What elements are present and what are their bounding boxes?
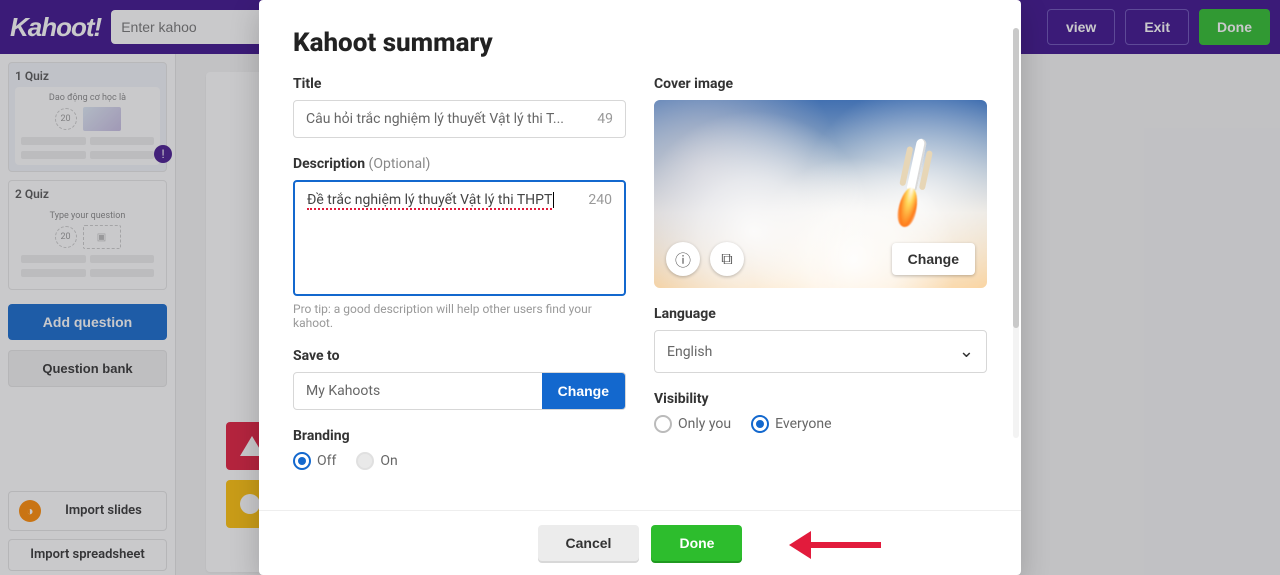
- save-to-field: My Kahoots Change: [293, 372, 626, 410]
- modal-overlay: Kahoot summary Title Câu hỏi trắc nghiệm…: [0, 0, 1280, 575]
- cover-image: ⓘ ⧉ Change: [654, 100, 987, 288]
- radio-dot-off-icon: [654, 415, 672, 433]
- dialog-footer: Cancel Done: [259, 510, 1021, 575]
- language-value: English: [667, 344, 712, 360]
- radio-dot-on-icon: [293, 452, 311, 470]
- cover-image-label: Cover image: [654, 76, 987, 92]
- title-input[interactable]: Câu hỏi trắc nghiệm lý thuyết Vật lý thi…: [293, 100, 626, 138]
- info-icon: ⓘ: [675, 247, 691, 271]
- branding-on-radio[interactable]: On: [356, 452, 397, 470]
- radio-dot-off-icon: [356, 452, 374, 470]
- visibility-everyone-radio[interactable]: Everyone: [751, 415, 831, 433]
- description-value: Đề trắc nghiệm lý thuyết Vật lý thi THPT: [307, 192, 552, 210]
- visibility-only-you-radio[interactable]: Only you: [654, 415, 731, 433]
- description-char-count: 240: [588, 192, 612, 208]
- dialog-title: Kahoot summary: [293, 28, 987, 58]
- description-textarea[interactable]: Đề trắc nghiệm lý thuyết Vật lý thi THPT…: [293, 180, 626, 296]
- save-to-value: My Kahoots: [294, 373, 542, 409]
- dialog-scrollbar[interactable]: [1013, 28, 1019, 438]
- title-value: Câu hỏi trắc nghiệm lý thuyết Vật lý thi…: [306, 111, 564, 127]
- crop-icon: ⧉: [721, 249, 732, 269]
- description-label: Description: [293, 156, 365, 172]
- title-label: Title: [293, 76, 626, 92]
- save-to-change-button[interactable]: Change: [542, 373, 625, 409]
- cover-crop-button[interactable]: ⧉: [710, 242, 744, 276]
- cover-info-button[interactable]: ⓘ: [666, 242, 700, 276]
- branding-label: Branding: [293, 428, 626, 444]
- language-label: Language: [654, 306, 987, 322]
- branding-off-radio[interactable]: Off: [293, 452, 336, 470]
- chevron-down-icon: ⌄: [959, 341, 974, 362]
- save-to-label: Save to: [293, 348, 626, 364]
- radio-dot-on-icon: [751, 415, 769, 433]
- visibility-label: Visibility: [654, 391, 987, 407]
- language-select[interactable]: English ⌄: [654, 330, 987, 373]
- description-tip: Pro tip: a good description will help ot…: [293, 302, 626, 330]
- description-optional: (Optional): [369, 156, 431, 172]
- annotation-arrow-icon: [789, 531, 881, 559]
- cover-change-button[interactable]: Change: [892, 243, 975, 275]
- done-button[interactable]: Done: [651, 525, 742, 561]
- summary-dialog: Kahoot summary Title Câu hỏi trắc nghiệm…: [259, 0, 1021, 575]
- title-char-count: 49: [597, 111, 613, 127]
- cancel-button[interactable]: Cancel: [538, 525, 640, 561]
